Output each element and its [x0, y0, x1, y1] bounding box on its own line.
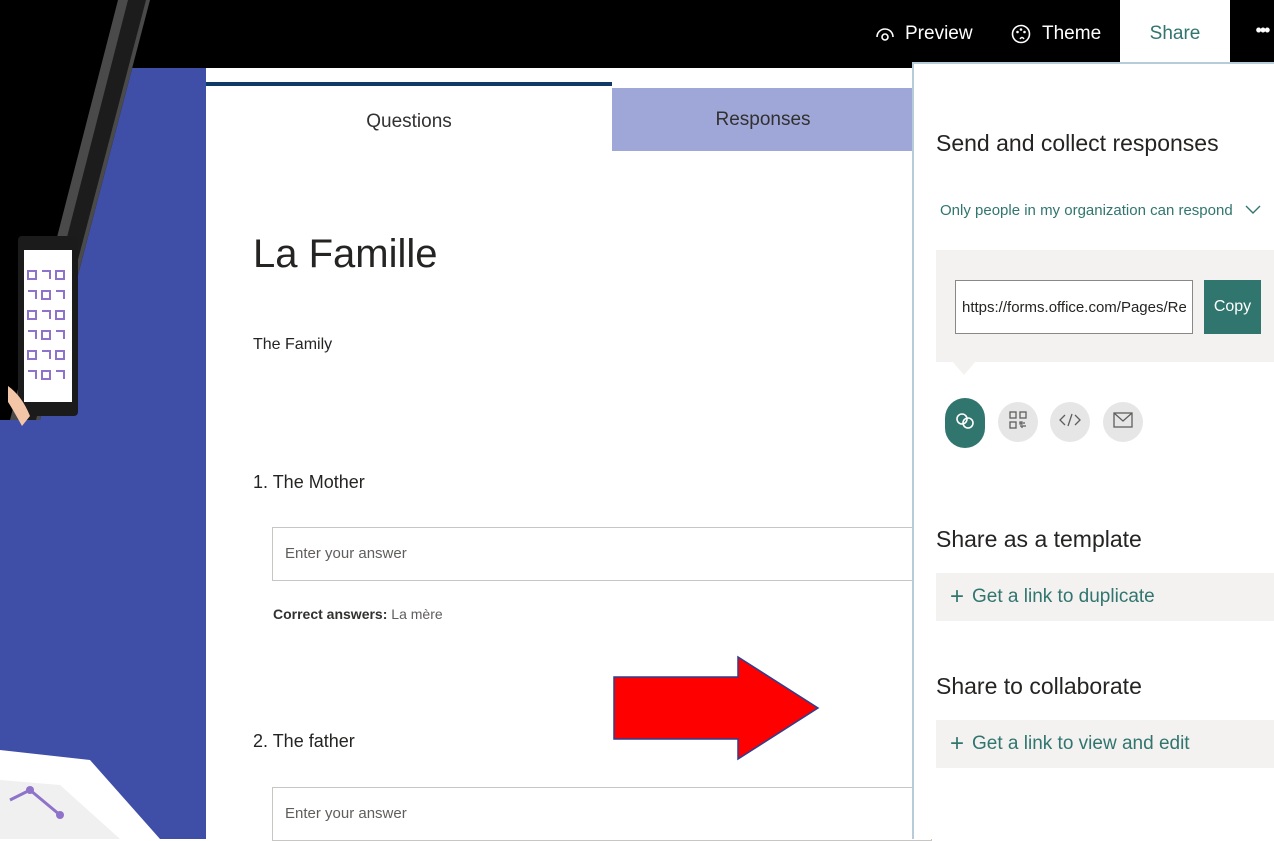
share-tab[interactable]: Share [1120, 0, 1230, 68]
form-title[interactable]: La Famille [253, 232, 438, 277]
embed-code-icon [1059, 412, 1081, 433]
tab-questions[interactable]: Questions [206, 82, 612, 151]
preview-icon [875, 24, 895, 44]
correct-answers-value: La mère [391, 606, 443, 622]
audience-dropdown[interactable]: Only people in my organization can respo… [940, 202, 1261, 219]
collaborate-heading: Share to collaborate [936, 673, 1142, 699]
preview-label: Preview [905, 23, 973, 44]
link-share-button[interactable] [945, 398, 985, 448]
answer-input[interactable]: Enter your answer [272, 527, 932, 581]
answer-input[interactable]: Enter your answer [272, 787, 932, 841]
theme-label: Theme [1042, 23, 1102, 44]
email-button[interactable] [1103, 402, 1143, 442]
correct-answers: Correct answers: La mère [273, 606, 443, 622]
question-title[interactable]: 1. The Mother [253, 472, 365, 493]
template-heading: Share as a template [936, 526, 1142, 552]
palette-icon [1010, 23, 1032, 45]
duplicate-link-label: Get a link to duplicate [972, 586, 1155, 607]
link-icon [954, 410, 976, 437]
theme-button[interactable]: Theme [1010, 0, 1101, 68]
duplicate-link-button[interactable]: + Get a link to duplicate [936, 573, 1274, 621]
qr-code-icon [1008, 410, 1028, 435]
form-subtitle[interactable]: The Family [253, 336, 332, 354]
plus-icon: + [950, 583, 965, 610]
question-title[interactable]: 2. The father [253, 731, 355, 752]
share-url-field[interactable] [955, 280, 1193, 334]
email-icon [1113, 411, 1133, 433]
more-options-button[interactable]: ••• [1250, 0, 1274, 68]
papers-illustration [0, 750, 160, 839]
preview-button[interactable]: Preview [875, 0, 973, 68]
plus-icon: + [950, 730, 965, 757]
collaborate-link-label: Get a link to view and edit [972, 733, 1190, 754]
chevron-down-icon [1245, 202, 1261, 219]
tablet-illustration [8, 236, 78, 426]
tab-responses[interactable]: Responses [612, 88, 914, 151]
link-box-pointer [952, 361, 976, 375]
audience-label: Only people in my organization can respo… [940, 202, 1233, 219]
collaborate-link-button[interactable]: + Get a link to view and edit [936, 720, 1274, 768]
correct-answers-label: Correct answers: [273, 606, 388, 622]
qr-code-button[interactable] [998, 402, 1038, 442]
copy-button[interactable]: Copy [1204, 280, 1261, 334]
share-panel-heading: Send and collect responses [936, 130, 1219, 156]
embed-button[interactable] [1050, 402, 1090, 442]
red-arrow-annotation [613, 655, 820, 761]
